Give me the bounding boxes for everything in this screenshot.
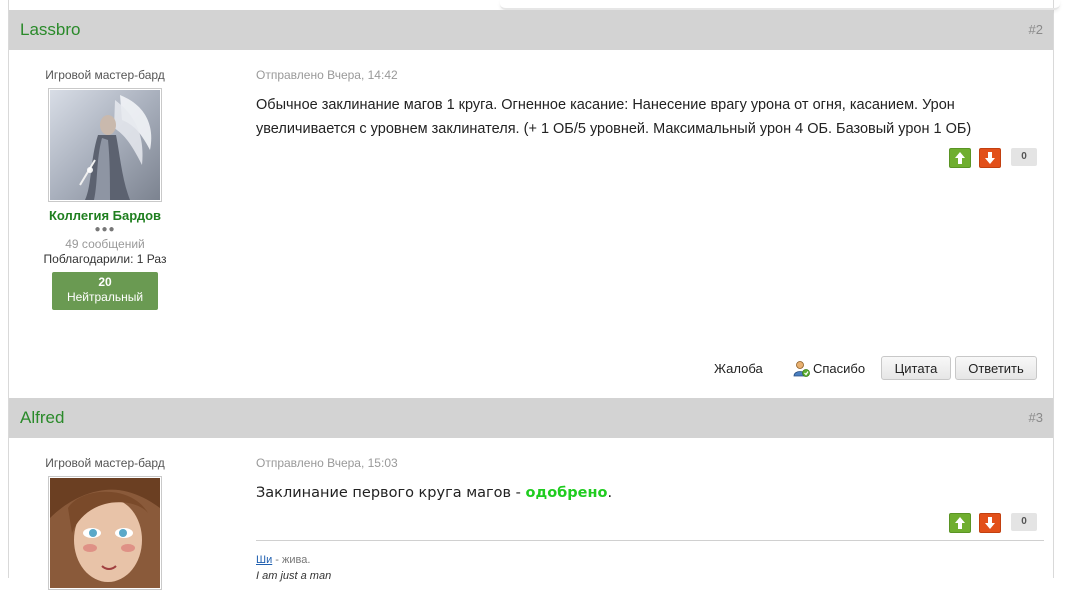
- post-meta: Отправлено Вчера, 14:42: [256, 68, 398, 82]
- reply-button[interactable]: Ответить: [955, 356, 1037, 380]
- avatar-image-angel: [50, 90, 160, 200]
- author-panel: Игровой мастер-бард Коллегия Бардов ●●● …: [28, 68, 182, 310]
- signature: Ши - жива.: [256, 554, 310, 566]
- post-meta: Отправлено Вчера, 15:03: [256, 456, 398, 470]
- signature-line-2: I am just a man: [256, 570, 332, 582]
- arrow-down-icon: [985, 152, 995, 164]
- vote-down-button[interactable]: [979, 513, 1001, 533]
- approved-status: одобрено: [525, 485, 608, 501]
- post-body-line: Обычное заклинание магов 1 круга. Огненн…: [256, 97, 955, 113]
- thanks-user-icon[interactable]: [792, 360, 810, 378]
- post-count: 49 сообщений: [65, 237, 145, 251]
- post-body-text: .: [607, 485, 613, 501]
- author-title: Игровой мастер-бард: [45, 456, 165, 470]
- post-number[interactable]: #3: [1029, 410, 1043, 425]
- post-body-line: увеличивается с уровнем заклинателя. (+ …: [256, 121, 972, 137]
- vote-up-button[interactable]: [949, 148, 971, 168]
- group-name: Коллегия Бардов: [48, 208, 162, 223]
- report-link[interactable]: Жалоба: [714, 361, 763, 376]
- signature-link[interactable]: Ши: [256, 554, 272, 566]
- arrow-down-icon: [985, 517, 995, 529]
- post-body-text: Заклинание первого круга магов -: [256, 485, 526, 501]
- reputation-value: 20: [98, 275, 112, 289]
- avatar[interactable]: [48, 88, 162, 202]
- avatar[interactable]: [48, 476, 162, 590]
- quote-button[interactable]: Цитата: [881, 356, 951, 380]
- reputation-badge: 20 Нейтральный: [52, 272, 158, 310]
- post-body: Заклинание первого круга магов - одобрен…: [256, 485, 1016, 501]
- vote-down-button[interactable]: [979, 148, 1001, 168]
- post-header-2: Lassbro #2: [9, 10, 1053, 50]
- arrow-up-icon: [955, 517, 965, 529]
- thanks-link[interactable]: Спасибо: [813, 361, 865, 376]
- arrow-up-icon: [955, 152, 965, 164]
- vote-count: 0: [1011, 148, 1037, 166]
- vote-up-button[interactable]: [949, 513, 971, 533]
- post-body: Обычное заклинание магов 1 круга. Огненн…: [256, 93, 1016, 141]
- post-number[interactable]: #2: [1029, 22, 1043, 37]
- thanks-count: Поблагодарили: 1 Раз: [43, 252, 167, 266]
- rank-pips: ●●●: [94, 224, 116, 235]
- post-header-3: Alfred #3: [9, 398, 1053, 438]
- top-bar-edge: [500, 0, 1060, 10]
- author-panel: Игровой мастер-бард: [28, 456, 182, 590]
- post-author-name[interactable]: Lassbro: [20, 20, 80, 40]
- post-author-name[interactable]: Alfred: [20, 408, 64, 428]
- reputation-label: Нейтральный: [66, 290, 144, 304]
- signature-divider: [256, 540, 1044, 541]
- vote-count: 0: [1011, 513, 1037, 531]
- author-title: Игровой мастер-бард: [45, 68, 165, 82]
- avatar-image-girl: [50, 478, 160, 588]
- signature-text: - жива.: [272, 554, 311, 566]
